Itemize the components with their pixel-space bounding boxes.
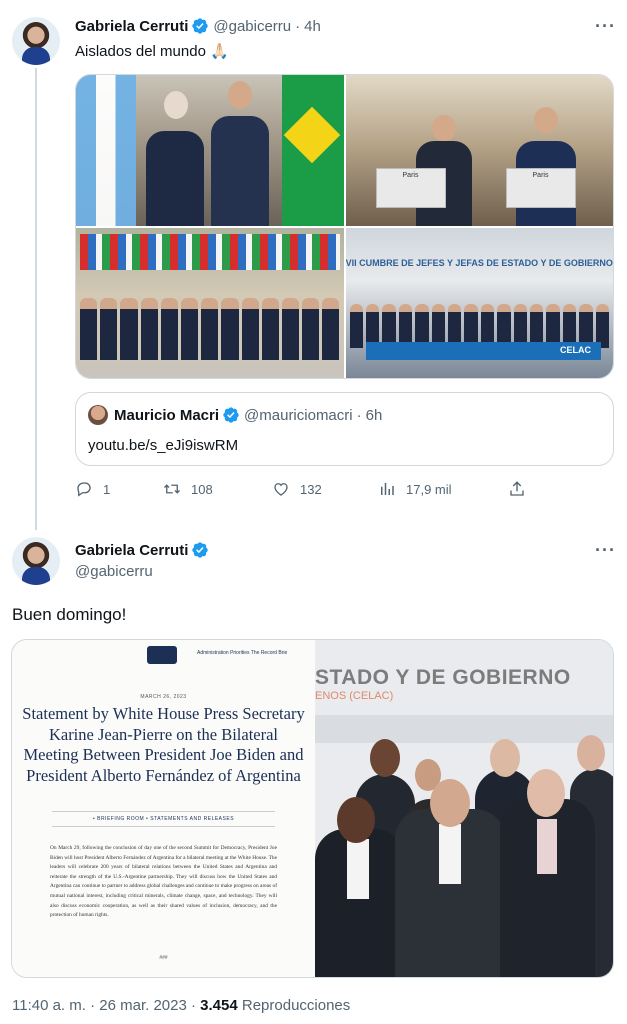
photo-paris-press[interactable]: Paris Paris (345, 75, 613, 226)
author-handle[interactable]: @gabicerru (75, 563, 153, 580)
summit-banner-text: STADO Y DE GOBIERNO (315, 666, 571, 689)
tweet-time[interactable]: 4h (304, 18, 321, 35)
photo-celac-group[interactable]: VII CUMBRE DE JEFES Y JEFAS DE ESTADO Y … (345, 227, 613, 378)
quoted-author-name: Mauricio Macri (114, 406, 220, 424)
author-handle[interactable]: @gabicerru (213, 18, 291, 35)
like-button[interactable]: 132 (272, 480, 322, 498)
celac-logo: CELAC (560, 345, 591, 355)
quoted-tweet[interactable]: Mauricio Macri @mauriciomacri · 6h youtu… (75, 392, 614, 466)
summit-photo[interactable]: STADO Y DE GOBIERNO ENOS (CELAC) (315, 640, 613, 977)
argentina-flag (76, 75, 136, 226)
shirt (537, 819, 557, 874)
shirt (439, 824, 461, 884)
tweet-timestamp[interactable]: 11:40 a. m. · 26 mar. 2023 · 3.454 Repro… (12, 997, 350, 1014)
photo-lula-fernandez[interactable] (76, 75, 344, 226)
celac-banner-text: VII CUMBRE DE JEFES Y JEFAS DE ESTADO Y … (345, 257, 613, 268)
separator-dot: · (356, 406, 362, 424)
statement-body: On March 29, following the conclusion of… (50, 845, 277, 919)
white-house-logo (147, 646, 177, 664)
retweet-icon (164, 484, 180, 494)
person-head (370, 739, 400, 777)
white-house-statement-image[interactable]: Administration Priorities The Record Bri… (12, 640, 315, 977)
crowd (80, 298, 340, 360)
statement-title: Statement by White House Press Secretary… (22, 704, 305, 785)
podium-right: Paris (505, 167, 576, 208)
tweet-header: Gabriela Cerruti @gabicerru · 4h (75, 17, 321, 35)
statement-end: ### (159, 955, 168, 961)
person (211, 115, 269, 226)
timestamp-text: 11:40 a. m. · 26 mar. 2023 · (12, 997, 201, 1014)
person-head (577, 735, 605, 771)
reply-icon (77, 482, 91, 497)
avatar[interactable] (12, 17, 60, 65)
tweet-header: Gabriela Cerruti (75, 541, 209, 559)
podium-left: Paris (375, 167, 446, 208)
flags-row (80, 233, 340, 270)
views-button[interactable]: 17,9 mil (378, 480, 452, 498)
thread-connector-line (35, 68, 37, 530)
tweet-text: Aislados del mundo 🙏🏻 (75, 43, 229, 60)
quoted-handle: @mauriciomacri (244, 406, 353, 424)
quoted-header: Mauricio Macri @mauriciomacri · 6h (114, 406, 382, 424)
person-head (533, 107, 558, 133)
verified-badge-icon (222, 406, 240, 424)
views-count: 17,9 mil (406, 481, 452, 497)
photo-grid[interactable]: Paris Paris VII CUMBRE DE JEFES Y JEFAS … (75, 74, 614, 379)
verified-badge-icon (191, 17, 209, 35)
retweet-count: 108 (191, 481, 213, 497)
retweet-button[interactable]: 108 (163, 480, 213, 498)
photo-group-flags[interactable] (76, 227, 344, 378)
avatar[interactable] (12, 537, 60, 585)
statement-date: MARCH 26, 2023 (140, 694, 187, 700)
person-head (164, 91, 188, 119)
action-bar: 1 108 132 17,9 mil (75, 479, 535, 501)
quoted-time: 6h (365, 406, 383, 424)
views-icon (381, 483, 394, 495)
divider (52, 811, 275, 812)
author-name[interactable]: Gabriela Cerruti (75, 542, 188, 559)
quoted-avatar (88, 405, 108, 425)
person-head (430, 779, 470, 827)
views-label: Reproducciones (237, 997, 351, 1014)
wh-nav: Administration Priorities The Record Bri… (197, 650, 288, 656)
celac-blue-banner: CELAC (365, 342, 601, 360)
views-count: 3.454 (200, 997, 238, 1014)
reply-button[interactable]: 1 (75, 480, 110, 498)
like-icon (274, 483, 288, 496)
person-head (228, 81, 252, 109)
share-button[interactable] (508, 480, 536, 498)
like-count: 132 (300, 481, 322, 497)
person (146, 130, 204, 226)
quoted-text: youtu.be/s_eJi9iswRM (88, 437, 239, 454)
summit-crowd (315, 735, 613, 977)
person-head (337, 797, 375, 843)
divider (52, 826, 275, 827)
verified-badge-icon (191, 541, 209, 559)
brazil-flag (281, 75, 344, 226)
tweet-media[interactable]: Administration Priorities The Record Bri… (11, 639, 614, 978)
reply-count: 1 (103, 481, 111, 497)
author-name[interactable]: Gabriela Cerruti (75, 18, 188, 35)
separator-dot: · (295, 17, 301, 35)
statement-tags: • BRIEFING ROOM • STATEMENTS AND RELEASE… (92, 816, 235, 822)
person-head (490, 739, 520, 777)
person-head (431, 115, 456, 141)
person-head (527, 769, 565, 817)
tweet-text: Buen domingo! (12, 605, 127, 624)
share-icon (510, 481, 524, 496)
more-icon[interactable]: ··· (595, 540, 616, 561)
more-icon[interactable]: ··· (595, 16, 616, 37)
shirt (347, 839, 369, 899)
summit-banner-subtext: ENOS (CELAC) (315, 690, 394, 702)
